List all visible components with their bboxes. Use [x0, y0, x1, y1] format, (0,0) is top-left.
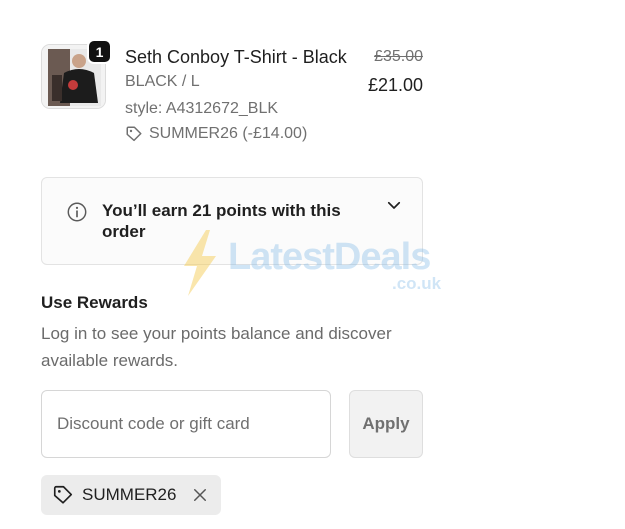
- apply-button[interactable]: Apply: [349, 390, 423, 458]
- line-discount: SUMMER26 (-£14.00): [125, 125, 307, 143]
- original-price: £35.00: [374, 48, 423, 65]
- product-style: style: A4312672_BLK: [125, 100, 279, 117]
- points-banner[interactable]: You’ll earn 21 points with this order: [41, 177, 423, 265]
- product-variant: BLACK / L: [125, 73, 200, 90]
- applied-code-label: SUMMER26: [82, 485, 177, 504]
- tag-icon: [126, 126, 142, 142]
- rewards-description: Log in to see your points balance and di…: [41, 324, 392, 370]
- watermark-domain: .co.uk: [392, 274, 442, 293]
- info-icon: [67, 202, 87, 222]
- line-discount-label: SUMMER26 (-£14.00): [149, 125, 308, 142]
- tag-icon: [53, 485, 73, 504]
- discount-code-input[interactable]: [41, 390, 331, 458]
- close-icon[interactable]: [191, 486, 209, 504]
- quantity-badge: 1: [87, 39, 112, 64]
- points-message: You’ll earn 21 points with this order: [102, 201, 341, 241]
- sale-price: £21.00: [367, 75, 423, 95]
- rewards-title: Use Rewards: [41, 293, 148, 312]
- chevron-down-icon[interactable]: [385, 196, 403, 214]
- cart-line-item: 1 Seth Conboy T-Shirt - Black BLACK / L …: [41, 39, 423, 152]
- applied-code-chip: SUMMER26: [41, 475, 221, 515]
- product-title: Seth Conboy T-Shirt - Black: [125, 47, 347, 67]
